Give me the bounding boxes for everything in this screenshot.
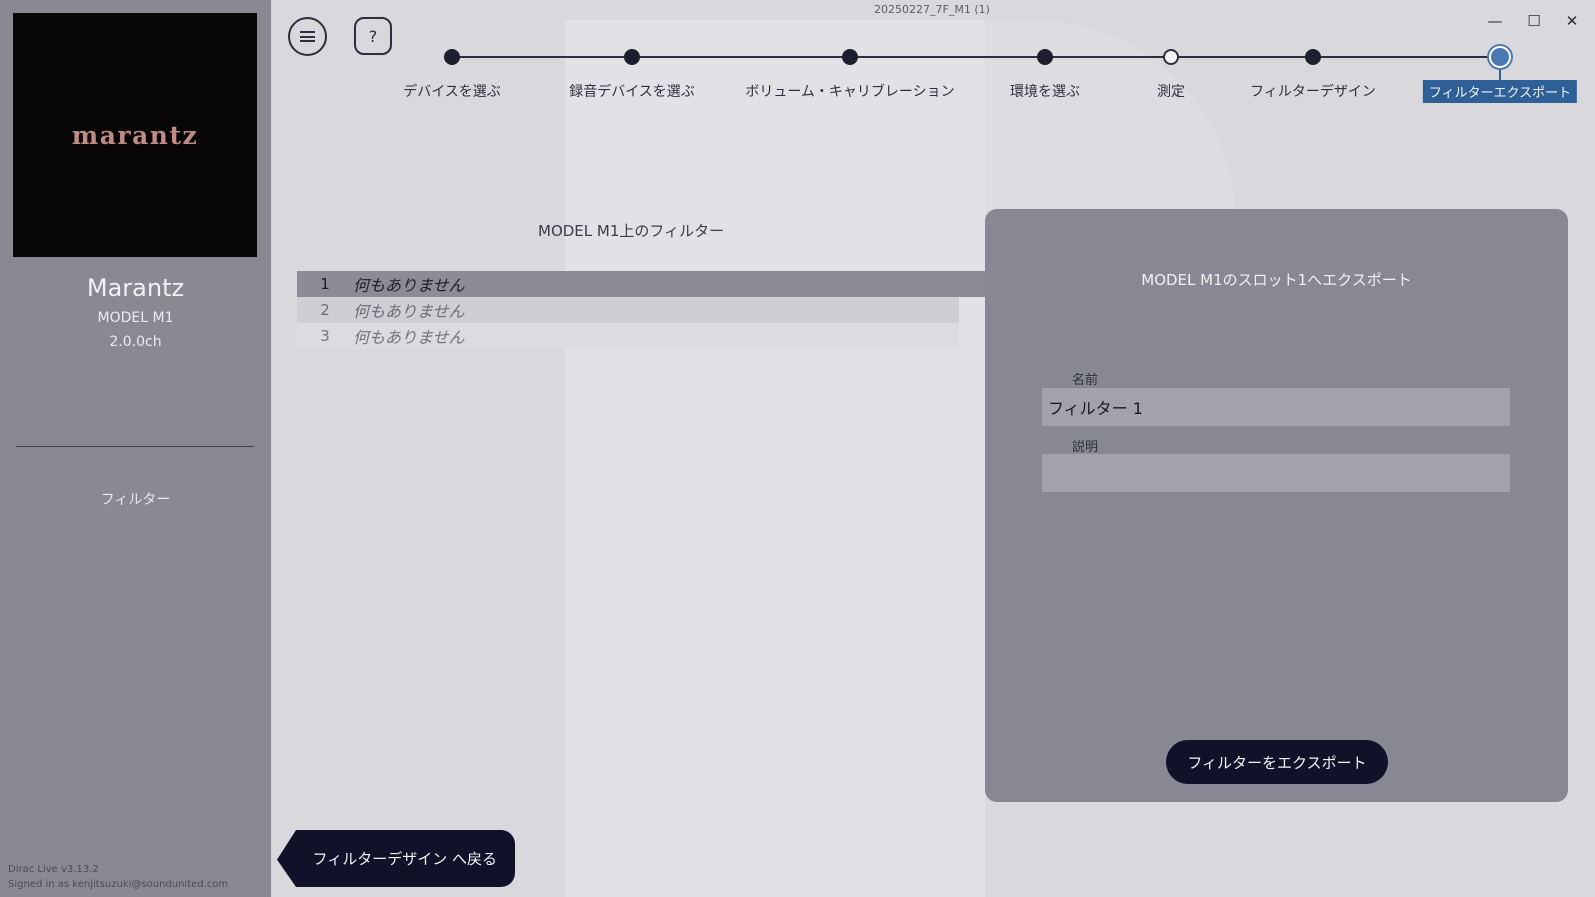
sidebar-divider (16, 446, 254, 447)
export-filter-button[interactable]: フィルターをエクスポート (1166, 740, 1388, 784)
brand-logo: marantz (13, 13, 257, 257)
help-button[interactable]: ? (354, 17, 392, 55)
name-label: 名前 (1072, 373, 1099, 388)
export-panel: MODEL M1のスロット1へエクスポート 名前 説明 フィルターをエクスポート (985, 209, 1568, 802)
sidebar-item-filter[interactable]: フィルター (0, 489, 271, 509)
export-panel-title: MODEL M1のスロット1へエクスポート (1141, 271, 1412, 289)
step-6-label[interactable]: フィルターデザイン (1250, 81, 1376, 101)
channel-config: 2.0.0ch (109, 334, 162, 350)
maximize-icon[interactable]: ☐ (1522, 10, 1546, 32)
slot-value: 何もありません (353, 328, 465, 347)
window-title: 20250227_7F_M1 (1) (874, 3, 990, 16)
step-7-marker[interactable] (1489, 46, 1511, 68)
device-filters-title: MODEL M1上のフィルター (538, 222, 725, 240)
back-to-filter-design-button[interactable]: フィルターデザイン へ戻る (277, 830, 515, 887)
step-2-label[interactable]: 録音デバイスを選ぶ (569, 81, 695, 101)
device-model: MODEL M1 (97, 310, 174, 326)
minimize-icon[interactable]: — (1483, 10, 1507, 32)
close-icon[interactable]: ✕ (1560, 10, 1584, 32)
slot-number: 2 (320, 301, 330, 319)
step-3-marker[interactable] (842, 49, 858, 65)
step-1-label[interactable]: デバイスを選ぶ (403, 81, 501, 101)
step-1-marker[interactable] (444, 49, 460, 65)
description-label: 説明 (1072, 440, 1099, 455)
step-5-label[interactable]: 測定 (1157, 81, 1185, 101)
menu-button[interactable] (288, 17, 327, 56)
step-2-marker[interactable] (624, 49, 640, 65)
app-window: marantz Marantz MODEL M1 2.0.0ch フィルター D… (0, 0, 1595, 897)
menu-icon (300, 31, 315, 42)
step-4-label[interactable]: 環境を選ぶ (1010, 81, 1080, 101)
slot-value: 何もありません (353, 276, 465, 295)
active-step-connector (1499, 68, 1501, 80)
sidebar: marantz Marantz MODEL M1 2.0.0ch フィルター D… (0, 0, 271, 897)
progress-stepper-line (452, 56, 1500, 58)
filter-description-input[interactable] (1042, 454, 1510, 492)
slot-value: 何もありません (353, 302, 465, 321)
filter-slot-row[interactable]: 1 何もありません (297, 271, 985, 297)
filter-slot-row[interactable]: 2 何もありません (297, 297, 959, 323)
slot-number: 3 (320, 327, 330, 345)
step-4-marker[interactable] (1037, 49, 1053, 65)
step-7-label[interactable]: フィルターエクスポート (1422, 80, 1578, 103)
step-6-marker[interactable] (1305, 49, 1321, 65)
filter-name-input[interactable] (1042, 388, 1510, 426)
step-3-label[interactable]: ボリューム・キャリブレーション (745, 81, 954, 101)
help-icon: ? (368, 26, 378, 46)
logo-wordmark: marantz (71, 120, 199, 150)
step-5-marker[interactable] (1163, 49, 1179, 65)
version-label: Dirac Live v3.13.2 (8, 864, 99, 875)
filter-slot-row[interactable]: 3 何もありません (297, 323, 959, 349)
slot-number: 1 (320, 275, 330, 293)
signed-in-label: Signed in as kenjitsuzuki@soundunited.co… (8, 879, 229, 890)
brand-name: Marantz (86, 274, 185, 302)
